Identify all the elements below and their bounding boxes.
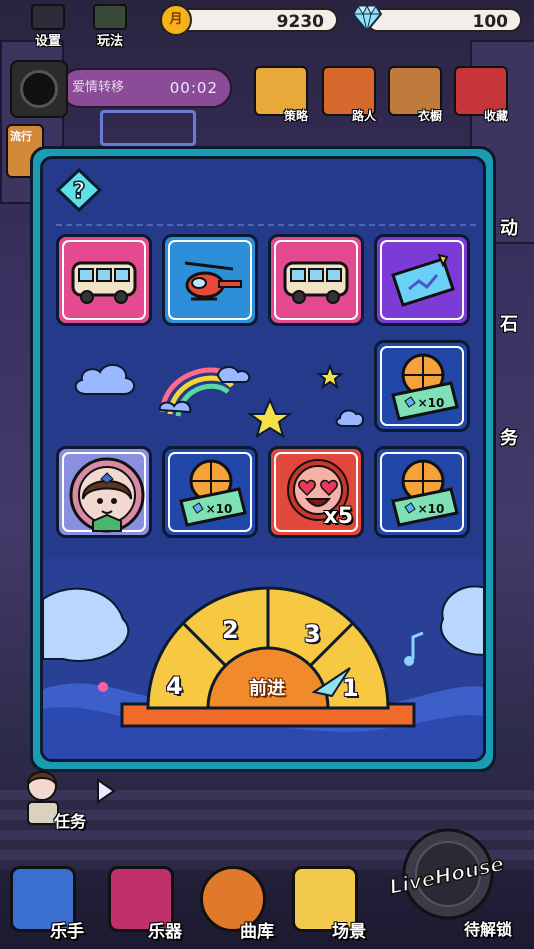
stone-button-partial[interactable]: 石 <box>500 310 518 336</box>
scene-button[interactable]: 场景 <box>288 864 368 944</box>
coin-value: 9230 <box>276 12 324 32</box>
settings-button[interactable]: 设置 <box>24 4 72 49</box>
board-tile-ticket[interactable] <box>374 234 470 326</box>
tab-collection-label: 收藏 <box>483 109 508 123</box>
settings-label: 设置 <box>34 34 61 49</box>
tv-icon <box>93 4 127 30</box>
scene-label: 场景 <box>332 922 366 942</box>
background-neon-sign <box>100 110 196 146</box>
dial-segment-4: 4 <box>166 672 183 700</box>
helicopter-icon <box>184 261 242 301</box>
instrument-button[interactable]: 乐器 <box>104 864 184 944</box>
dial-segment-1: 1 <box>342 674 359 702</box>
ticket-icon <box>391 253 455 307</box>
livehouse-button[interactable]: LiveHouse 待解锁 <box>376 820 522 940</box>
board-tile-pizza-ticket[interactable]: ×10 <box>162 446 258 538</box>
task-label: 任务 <box>54 812 87 831</box>
dial-segment-2: 2 <box>222 616 239 644</box>
bus-icon <box>283 261 349 304</box>
howto-label: 玩法 <box>96 34 123 49</box>
board-tile-pizza-ticket[interactable]: ×10 <box>374 446 470 538</box>
svg-text:×10: ×10 <box>418 396 445 410</box>
board-tile-emoji[interactable]: x5 <box>268 446 364 538</box>
task-button-partial[interactable]: 务 <box>500 424 518 450</box>
advance-button[interactable]: 前进 <box>205 674 329 700</box>
pizza-ticket-icon: ×10 <box>391 459 459 527</box>
library-button[interactable]: 曲库 <box>196 864 276 944</box>
board-tile-pizza-ticket[interactable]: ×10 <box>374 340 470 432</box>
livehouse-logo: LiveHouse <box>386 828 507 920</box>
tab-wardrobe[interactable]: 衣橱 <box>384 66 444 123</box>
svg-text:×10: ×10 <box>418 502 445 516</box>
event-button-partial[interactable]: 动 <box>500 214 518 240</box>
help-icon: ? <box>73 179 86 204</box>
song-time: 00:02 <box>169 79 218 97</box>
library-label: 曲库 <box>240 922 274 942</box>
trending-label: 流行 <box>10 130 32 143</box>
coin-icon: 月 <box>160 4 192 36</box>
tab-strategy[interactable]: 策略 <box>250 66 310 123</box>
pizza-ticket-icon: ×10 <box>179 459 247 527</box>
song-title: 爱情转移 <box>72 80 125 95</box>
dice-dial <box>120 586 416 728</box>
board-divider <box>56 224 476 226</box>
board-tile-bus[interactable] <box>268 234 364 326</box>
howto-button[interactable]: 玩法 <box>86 4 134 49</box>
bus-icon <box>71 261 137 304</box>
help-button[interactable]: ? <box>56 168 102 212</box>
record-player-button[interactable] <box>10 60 68 118</box>
reward-count: x5 <box>323 504 354 529</box>
tab-passerby[interactable]: 路人 <box>318 66 378 123</box>
tab-wardrobe-label: 衣橱 <box>417 109 442 123</box>
sky-decoration <box>74 363 364 439</box>
play-arrow-icon[interactable] <box>94 778 116 804</box>
record-icon <box>20 70 58 108</box>
board-tile-helicopter[interactable] <box>162 234 258 326</box>
instrument-label: 乐器 <box>148 922 182 942</box>
board-tile-avatar[interactable] <box>56 446 152 538</box>
musician-button[interactable]: 乐手 <box>6 864 86 944</box>
girl-avatar-icon <box>69 457 145 533</box>
diamond-icon <box>352 4 382 32</box>
svg-text:×10: ×10 <box>206 502 233 516</box>
task-button[interactable]: 任务 <box>10 766 100 836</box>
gem-counter[interactable]: 100 <box>366 8 522 32</box>
tab-passerby-label: 路人 <box>351 109 376 123</box>
board-tile-bus[interactable] <box>56 234 152 326</box>
tab-collection[interactable]: 收藏 <box>450 66 510 123</box>
livehouse-label: 待解锁 <box>463 920 512 939</box>
pizza-ticket-icon: ×10 <box>391 353 459 421</box>
tab-strategy-label: 策略 <box>283 109 308 123</box>
gem-value: 100 <box>472 12 509 32</box>
coin-counter[interactable]: 9230 <box>172 8 338 32</box>
now-playing-bar[interactable]: 爱情转移 00:02 <box>60 68 232 108</box>
dial-segment-3: 3 <box>304 620 321 648</box>
settings-icon <box>31 4 65 30</box>
musician-label: 乐手 <box>50 922 84 942</box>
